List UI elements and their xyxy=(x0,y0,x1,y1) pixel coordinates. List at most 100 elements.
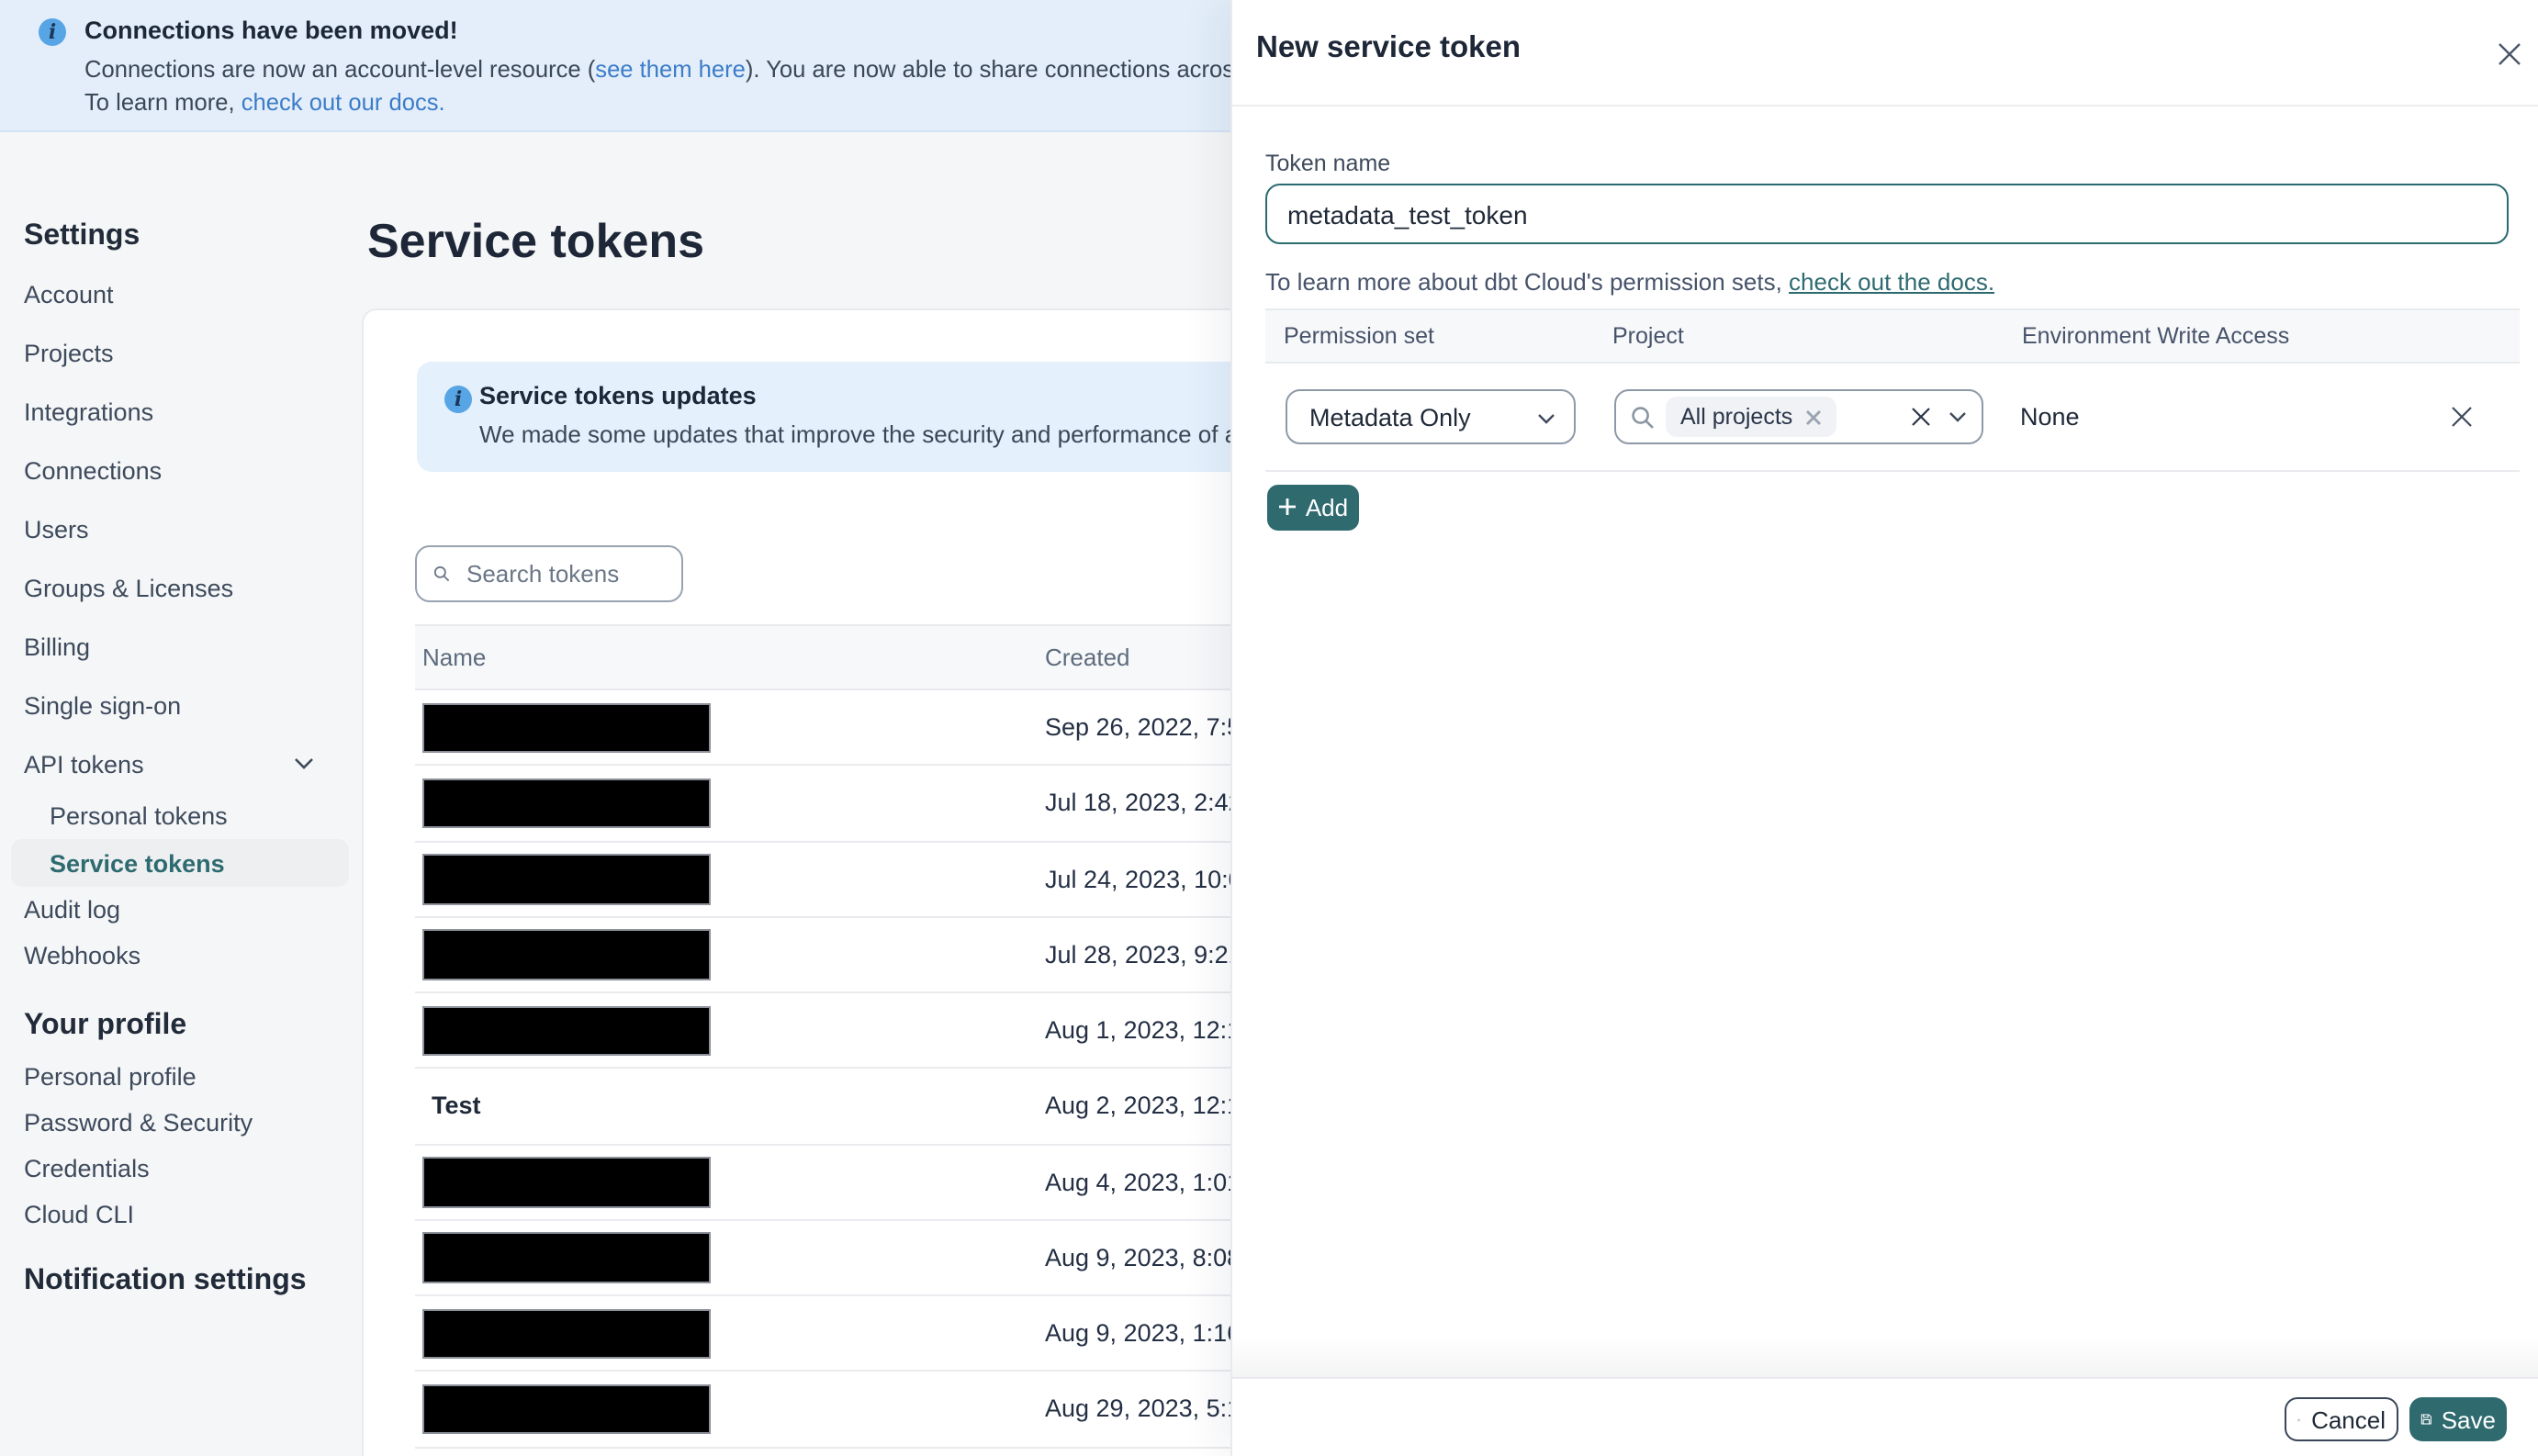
sidebar-item-password-security[interactable]: Password & Security xyxy=(24,1100,358,1146)
banner-line2: To learn more, check out our docs. xyxy=(84,88,445,116)
redacted-token-name xyxy=(422,1232,711,1283)
sidebar-item-integrations[interactable]: Integrations xyxy=(24,382,358,441)
column-header-project: Project xyxy=(1612,323,1684,349)
redacted-token-name xyxy=(422,929,711,980)
sidebar-item-personal-profile[interactable]: Personal profile xyxy=(24,1054,358,1100)
token-name-label: Token name xyxy=(1265,151,1391,176)
cancel-button-label: Cancel xyxy=(2311,1406,2386,1433)
column-header-environment-write-access: Environment Write Access xyxy=(2022,323,2290,349)
plus-icon xyxy=(1278,498,1296,516)
sidebar-item-label: Integrations xyxy=(24,398,154,425)
check-docs-link[interactable]: check out our docs. xyxy=(241,88,445,116)
banner-title: Connections have been moved! xyxy=(84,17,458,44)
clear-icon[interactable] xyxy=(1910,406,1932,428)
permission-helper-text: To learn more about dbt Cloud's permissi… xyxy=(1265,268,1994,296)
app-root: i Connections have been moved! Connectio… xyxy=(0,0,2538,1456)
sidebar-item-label: Password & Security xyxy=(24,1109,253,1137)
redacted-token-name xyxy=(422,702,711,753)
save-icon xyxy=(2420,1414,2431,1425)
add-permission-button[interactable]: Add xyxy=(1267,485,1359,530)
sidebar-item-label: Service tokens xyxy=(50,849,225,877)
sidebar-item-users[interactable]: Users xyxy=(24,499,358,558)
sidebar-item-label: Groups & Licenses xyxy=(24,574,234,601)
sidebar-item-api-tokens[interactable]: API tokens xyxy=(24,734,358,793)
save-button[interactable]: Save xyxy=(2409,1397,2507,1441)
sidebar-item-webhooks[interactable]: Webhooks xyxy=(24,933,358,979)
banner-line2-text: To learn more, xyxy=(84,88,241,116)
sidebar-item-single-sign-on[interactable]: Single sign-on xyxy=(24,676,358,734)
sidebar-item-account[interactable]: Account xyxy=(24,264,358,323)
sidebar-item-label: Personal profile xyxy=(24,1063,197,1091)
permission-row: Metadata Only All projects None xyxy=(1265,389,2518,444)
column-header-permission-set: Permission set xyxy=(1284,323,1434,349)
sidebar-item-label: API tokens xyxy=(24,750,144,778)
remove-row-icon[interactable] xyxy=(2450,405,2474,429)
close-icon[interactable] xyxy=(2490,35,2527,72)
sidebar-item-label: Single sign-on xyxy=(24,691,182,719)
sidebar-item-connections[interactable]: Connections xyxy=(24,441,358,499)
add-button-label: Add xyxy=(1305,493,1349,521)
project-multiselect[interactable]: All projects xyxy=(1614,389,1983,444)
redacted-token-name xyxy=(422,1157,711,1207)
sidebar-heading-your-profile: Your profile xyxy=(24,1010,187,1041)
banner-line1-text: Connections are now an account-level res… xyxy=(84,55,596,83)
redacted-token-name xyxy=(422,1005,711,1056)
sidebar-item-projects[interactable]: Projects xyxy=(24,323,358,382)
column-header-name: Name xyxy=(422,644,487,671)
info-icon: i xyxy=(39,18,66,46)
sidebar-item-audit-log[interactable]: Audit log xyxy=(24,887,358,933)
redacted-token-name xyxy=(422,854,711,904)
page-title: Service tokens xyxy=(367,213,705,268)
new-service-token-drawer: New service token Token name To learn mo… xyxy=(1230,0,2538,1456)
sidebar-item-cloud-cli[interactable]: Cloud CLI xyxy=(24,1192,358,1238)
footer-shadow xyxy=(1232,1337,2538,1377)
sidebar-item-credentials[interactable]: Credentials xyxy=(24,1146,358,1192)
sidebar-item-label: Account xyxy=(24,280,114,308)
info-icon: i xyxy=(444,386,472,413)
sidebar-item-label: Billing xyxy=(24,633,91,660)
search-input[interactable] xyxy=(463,558,665,589)
sidebar-item-label: Connections xyxy=(24,456,163,484)
search-icon xyxy=(433,566,450,582)
sidebar-item-groups-licenses[interactable]: Groups & Licenses xyxy=(24,558,358,617)
drawer-footer: Cancel Save xyxy=(1232,1377,2538,1456)
permission-set-value: Metadata Only xyxy=(1309,403,1471,431)
sidebar-item-service-tokens[interactable]: Service tokens xyxy=(11,839,349,887)
sidebar-item-personal-tokens[interactable]: Personal tokens xyxy=(24,793,358,839)
see-them-here-link[interactable]: see them here xyxy=(595,55,746,83)
project-chip: All projects xyxy=(1666,397,1837,437)
check-out-docs-link[interactable]: check out the docs. xyxy=(1789,268,1994,296)
sidebar-item-label: Cloud CLI xyxy=(24,1201,135,1228)
sidebar-item-label: Users xyxy=(24,515,89,543)
close-icon xyxy=(2297,1417,2300,1421)
drawer-title: New service token xyxy=(1256,31,1521,64)
environment-write-access-value: None xyxy=(2020,403,2080,431)
redacted-token-name xyxy=(422,1383,711,1435)
sidebar: Settings Account Projects Integrations Conne… xyxy=(11,217,358,1302)
chevron-down-icon xyxy=(294,757,314,770)
redacted-token-name xyxy=(422,778,711,829)
permission-table-header: Permission set Project Environment Write… xyxy=(1265,308,2520,364)
cancel-button[interactable]: Cancel xyxy=(2285,1397,2398,1441)
divider xyxy=(1265,470,2520,472)
sidebar-item-label: Credentials xyxy=(24,1155,150,1182)
sidebar-item-label: Audit log xyxy=(24,896,121,924)
notice-title: Service tokens updates xyxy=(479,382,757,409)
helper-text: To learn more about dbt Cloud's permissi… xyxy=(1265,268,1790,296)
token-name: Test xyxy=(432,1092,481,1120)
chevron-down-icon[interactable] xyxy=(1948,411,1967,422)
sidebar-item-billing[interactable]: Billing xyxy=(24,617,358,676)
token-name-input[interactable] xyxy=(1265,184,2509,244)
sidebar-item-label: Personal tokens xyxy=(50,802,228,830)
permission-set-select[interactable]: Metadata Only xyxy=(1286,389,1576,444)
chip-remove-icon[interactable] xyxy=(1805,409,1822,425)
sidebar-heading-settings: Settings xyxy=(24,220,140,252)
project-chip-label: All projects xyxy=(1680,404,1793,430)
redacted-token-name xyxy=(422,1308,711,1359)
search-tokens-field[interactable] xyxy=(415,545,683,602)
sidebar-heading-notification-settings: Notification settings xyxy=(24,1265,307,1296)
sidebar-item-label: Projects xyxy=(24,339,114,366)
column-header-created: Created xyxy=(1045,644,1130,671)
chevron-down-icon xyxy=(1537,413,1555,424)
save-button-label: Save xyxy=(2441,1406,2496,1433)
